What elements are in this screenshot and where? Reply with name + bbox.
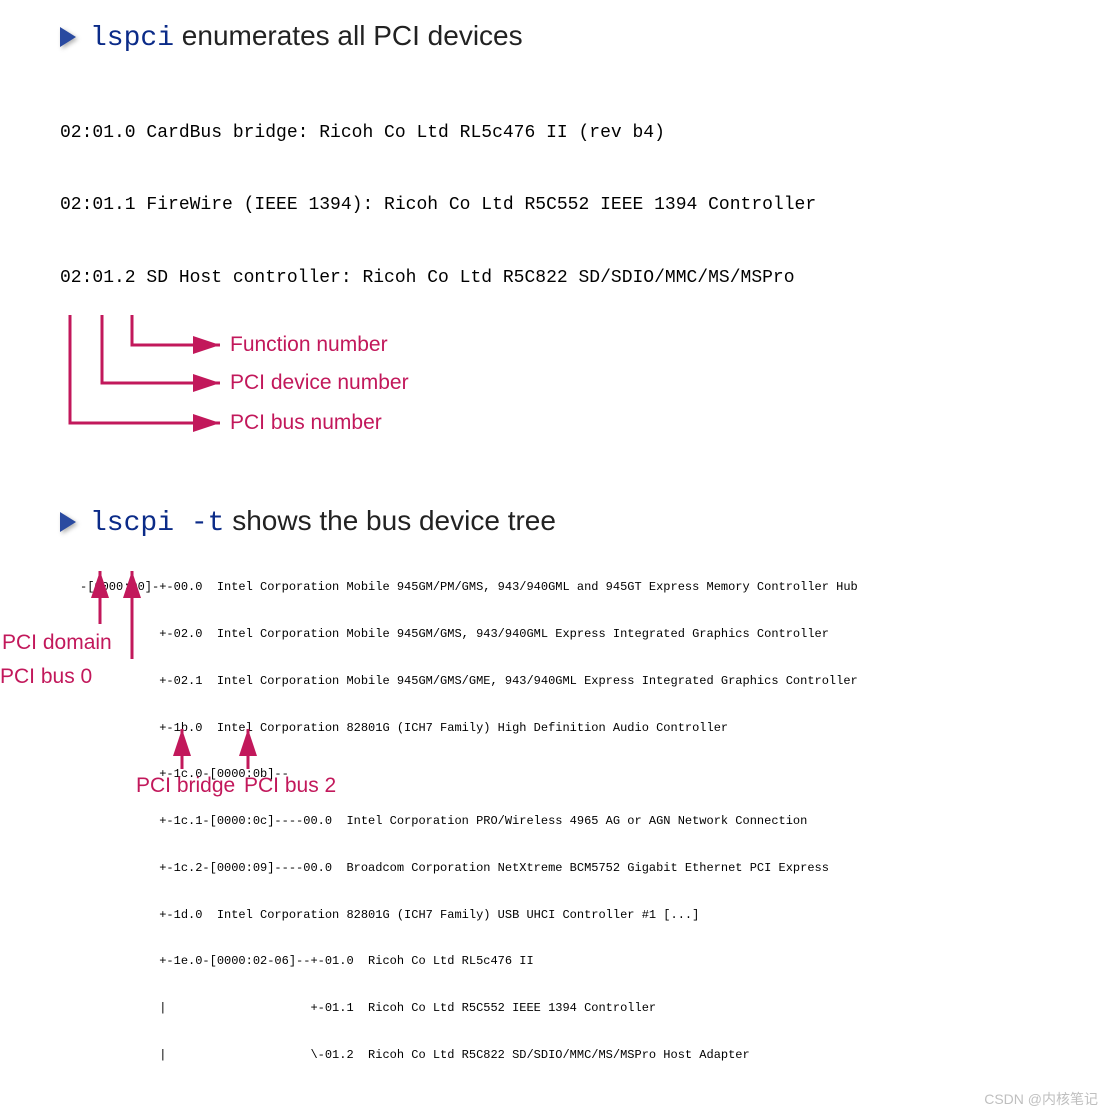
tree-line: +-02.0 Intel Corporation Mobile 945GM/GM… <box>80 627 1088 643</box>
lspci-line: 02:01.1 FireWire (IEEE 1394): Ricoh Co L… <box>60 193 1088 217</box>
label-pci-bridge: PCI bridge <box>136 774 235 798</box>
lspci-command: lspci <box>90 23 174 54</box>
lspci-t-command: lscpi -t <box>90 508 224 539</box>
section2-heading: lscpi -t shows the bus device tree <box>60 505 1088 539</box>
tree-line: | +-01.1 Ricoh Co Ltd R5C552 IEEE 1394 C… <box>80 1001 1088 1017</box>
lspci-tree-output: -[0000:00]-+-00.0 Intel Corporation Mobi… <box>80 549 1088 1095</box>
tree-line: +-1c.2-[0000:09]----00.0 Broadcom Corpor… <box>80 861 1088 877</box>
triangle-icon <box>60 27 76 47</box>
section2-heading-text: shows the bus device tree <box>224 505 556 536</box>
lspci-line: 02:01.0 CardBus bridge: Ricoh Co Ltd RL5… <box>60 121 1088 145</box>
section1-heading: lspci enumerates all PCI devices <box>60 20 1088 54</box>
label-device-number: PCI device number <box>230 371 409 395</box>
lspci-annotations: Function number PCI device number PCI bu… <box>60 315 1088 485</box>
lspci-line: 02:01.2 SD Host controller: Ricoh Co Ltd… <box>60 266 1088 290</box>
label-pci-domain: PCI domain <box>2 631 112 655</box>
tree-line: +-1e.0-[0000:02-06]--+-01.0 Ricoh Co Ltd… <box>80 954 1088 970</box>
label-function-number: Function number <box>230 333 388 357</box>
tree-line: +-1b.0 Intel Corporation 82801G (ICH7 Fa… <box>80 721 1088 737</box>
label-bus-number: PCI bus number <box>230 411 382 435</box>
label-pci-bus2: PCI bus 2 <box>244 774 336 798</box>
tree-line: +-02.1 Intel Corporation Mobile 945GM/GM… <box>80 674 1088 690</box>
watermark: CSDN @内核笔记 <box>984 1089 1098 1109</box>
tree-line: | \-01.2 Ricoh Co Ltd R5C822 SD/SDIO/MMC… <box>80 1048 1088 1064</box>
label-pci-bus0: PCI bus 0 <box>0 665 92 689</box>
tree-diagram: -[0000:00]-+-00.0 Intel Corporation Mobi… <box>60 549 1088 1095</box>
tree-line: -[0000:00]-+-00.0 Intel Corporation Mobi… <box>80 580 1088 596</box>
triangle-icon <box>60 512 76 532</box>
tree-line: +-1c.1-[0000:0c]----00.0 Intel Corporati… <box>80 814 1088 830</box>
tree-line: +-1d.0 Intel Corporation 82801G (ICH7 Fa… <box>80 908 1088 924</box>
lspci-output: 02:01.0 CardBus bridge: Ricoh Co Ltd RL5… <box>60 72 1088 315</box>
section1-heading-text: enumerates all PCI devices <box>174 20 523 51</box>
